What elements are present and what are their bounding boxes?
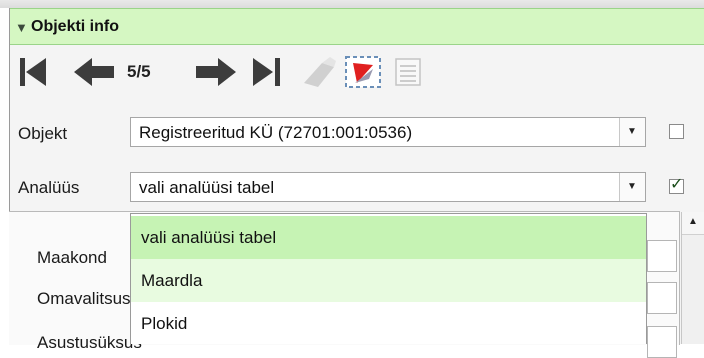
- analysis-select[interactable]: vali analüüsi tabel ▼: [130, 172, 646, 202]
- panel-header[interactable]: ▼ Objekti info: [10, 8, 704, 45]
- erase-icon[interactable]: [300, 55, 338, 89]
- object-checkbox[interactable]: [669, 124, 684, 139]
- vertical-scrollbar[interactable]: ▲: [681, 212, 704, 344]
- dropdown-option-label: Maardla: [141, 271, 203, 290]
- field-value-box[interactable]: [647, 240, 677, 272]
- collapse-icon[interactable]: ▼: [15, 21, 28, 34]
- chevron-down-icon: ▼: [627, 126, 637, 137]
- check-icon: ✓: [670, 176, 684, 193]
- dropdown-option[interactable]: vali analüüsi tabel: [131, 216, 646, 259]
- field-value-box[interactable]: [647, 282, 677, 314]
- object-select[interactable]: Registreeritud KÜ (72701:001:0536) ▼: [130, 117, 646, 147]
- field-label-municipality: Omavalitsus: [37, 289, 131, 308]
- object-label: Objekt: [18, 124, 68, 143]
- last-record-icon[interactable]: [249, 55, 293, 89]
- chevron-down-icon: ▼: [627, 181, 637, 192]
- field-label-settlement: Asustusüksus: [37, 333, 142, 352]
- dropdown-option-label: Plokid: [141, 314, 188, 333]
- dropdown-option[interactable]: Maardla: [131, 259, 646, 302]
- field-label-county: Maakond: [37, 248, 107, 267]
- previous-record-icon[interactable]: [72, 55, 120, 89]
- analysis-label: Analüüs: [18, 178, 80, 197]
- top-strip: [0, 0, 704, 8]
- table-view-icon[interactable]: [388, 55, 428, 89]
- object-select-trigger[interactable]: ▼: [619, 118, 645, 146]
- field-value-box[interactable]: [647, 326, 677, 358]
- zoom-to-object-icon[interactable]: [343, 55, 383, 89]
- first-record-icon[interactable]: [12, 55, 52, 89]
- analysis-select-trigger[interactable]: ▼: [619, 173, 645, 201]
- dropdown-option-label: vali analüüsi tabel: [141, 228, 277, 247]
- object-select-value: Registreeritud KÜ (72701:001:0536): [139, 123, 413, 142]
- chevron-up-icon: ▲: [688, 216, 698, 227]
- next-record-icon[interactable]: [190, 55, 238, 89]
- scroll-up-button[interactable]: ▲: [682, 212, 704, 235]
- dropdown-option[interactable]: Plokid: [131, 302, 646, 345]
- record-counter: 5/5: [127, 62, 151, 81]
- analysis-checkbox[interactable]: ✓: [669, 176, 684, 194]
- analysis-select-value: vali analüüsi tabel: [139, 178, 275, 197]
- analysis-dropdown-list: vali analüüsi tabel Maardla Plokid: [130, 213, 647, 344]
- panel-title: Objekti info: [31, 18, 119, 35]
